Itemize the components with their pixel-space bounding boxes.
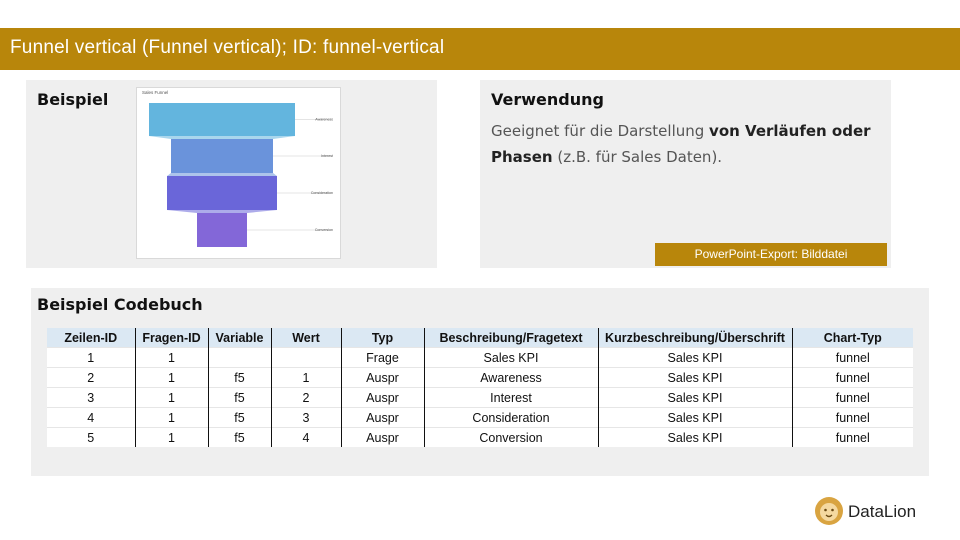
table-cell: 3 xyxy=(47,387,136,408)
table-cell: Conversion xyxy=(424,427,599,447)
table-row: 4 1 f5 3 Auspr Consideration Sales KPI f… xyxy=(47,407,913,428)
table-cell: Sales KPI xyxy=(424,347,599,368)
table-cell: Consideration xyxy=(424,407,599,428)
table-header-row: Zeilen-ID Fragen-ID Variable Wert Typ Be… xyxy=(47,328,913,348)
column-header: Kurzbeschreibung/Überschrift xyxy=(598,328,793,348)
table-cell: 1 xyxy=(135,387,209,408)
table-cell: Sales KPI xyxy=(598,347,793,368)
column-header: Wert xyxy=(271,328,342,348)
table-cell: Auspr xyxy=(341,407,425,428)
column-header: Variable xyxy=(208,328,272,348)
page-title: Funnel vertical (Funnel vertical); ID: f… xyxy=(10,37,445,58)
funnel-segment-label: Awareness xyxy=(315,118,333,122)
table-row: 1 1 Frage Sales KPI Sales KPI funnel xyxy=(47,347,913,368)
title-bar: Funnel vertical (Funnel vertical); ID: f… xyxy=(0,28,960,70)
codebook-table: Zeilen-ID Fragen-ID Variable Wert Typ Be… xyxy=(47,328,913,447)
usage-text-part2: (z.B. für Sales Daten). xyxy=(552,148,723,166)
table-cell: funnel xyxy=(792,407,913,428)
column-header: Typ xyxy=(341,328,425,348)
table-cell: Interest xyxy=(424,387,599,408)
table-cell: 1 xyxy=(47,347,136,368)
funnel-segment xyxy=(167,176,277,210)
table-cell: f5 xyxy=(208,407,272,428)
table-cell: 3 xyxy=(271,407,342,428)
table-row: 2 1 f5 1 Auspr Awareness Sales KPI funne… xyxy=(47,367,913,388)
export-badge: PowerPoint-Export: Bilddatei xyxy=(655,243,887,266)
table-cell xyxy=(208,347,272,368)
funnel-chart: Awareness Interest Consideration Conversion xyxy=(149,103,333,247)
table-cell: 2 xyxy=(47,367,136,388)
table-cell: funnel xyxy=(792,427,913,447)
funnel-segment xyxy=(149,103,295,136)
table-cell: Auspr xyxy=(341,427,425,447)
codebook-label: Beispiel Codebuch xyxy=(37,295,203,314)
table-cell: Frage xyxy=(341,347,425,368)
column-header: Beschreibung/Fragetext xyxy=(424,328,599,348)
usage-text-part1: Geeignet für die Darstellung xyxy=(491,122,710,140)
table-cell: funnel xyxy=(792,347,913,368)
funnel-segment-label: Consideration xyxy=(311,191,333,195)
table-cell: 2 xyxy=(271,387,342,408)
example-label: Beispiel xyxy=(37,90,109,109)
table-cell: f5 xyxy=(208,387,272,408)
table-cell: 1 xyxy=(135,407,209,428)
table-cell: 4 xyxy=(271,427,342,447)
column-header: Zeilen-ID xyxy=(47,328,136,348)
table-cell: Sales KPI xyxy=(598,427,793,447)
table-cell: funnel xyxy=(792,387,913,408)
usage-description: Geeignet für die Darstellung von Verläuf… xyxy=(491,118,886,170)
funnel-segment xyxy=(171,139,273,173)
brand-name: DataLion xyxy=(848,502,917,521)
table-row: 5 1 f5 4 Auspr Conversion Sales KPI funn… xyxy=(47,427,913,447)
table-cell: Sales KPI xyxy=(598,367,793,388)
funnel-connector xyxy=(167,173,277,176)
column-header: Fragen-ID xyxy=(135,328,209,348)
table-cell: 1 xyxy=(135,427,209,447)
table-cell xyxy=(271,347,342,368)
table-cell: 1 xyxy=(135,347,209,368)
table-cell: 4 xyxy=(47,407,136,428)
usage-label: Verwendung xyxy=(491,90,604,109)
table-cell: funnel xyxy=(792,367,913,388)
table-cell: f5 xyxy=(208,427,272,447)
funnel-segment-label: Conversion xyxy=(315,228,333,232)
funnel-connector xyxy=(149,136,295,139)
table-cell: f5 xyxy=(208,367,272,388)
table-cell: Auspr xyxy=(341,387,425,408)
funnel-chart-thumbnail: Sales Funnel Awareness Interest Considerat… xyxy=(136,87,341,259)
table-cell: 1 xyxy=(271,367,342,388)
column-header: Chart-Typ xyxy=(792,328,913,348)
table-cell: 1 xyxy=(135,367,209,388)
table-cell: 5 xyxy=(47,427,136,447)
funnel-connector xyxy=(167,210,277,213)
funnel-segment-label: Interest xyxy=(321,154,333,158)
funnel-segment xyxy=(197,213,247,247)
table-cell: Auspr xyxy=(341,367,425,388)
table-cell: Awareness xyxy=(424,367,599,388)
table-cell: Sales KPI xyxy=(598,407,793,428)
table-row: 3 1 f5 2 Auspr Interest Sales KPI funnel xyxy=(47,387,913,408)
table-cell: Sales KPI xyxy=(598,387,793,408)
lion-icon xyxy=(815,497,843,525)
